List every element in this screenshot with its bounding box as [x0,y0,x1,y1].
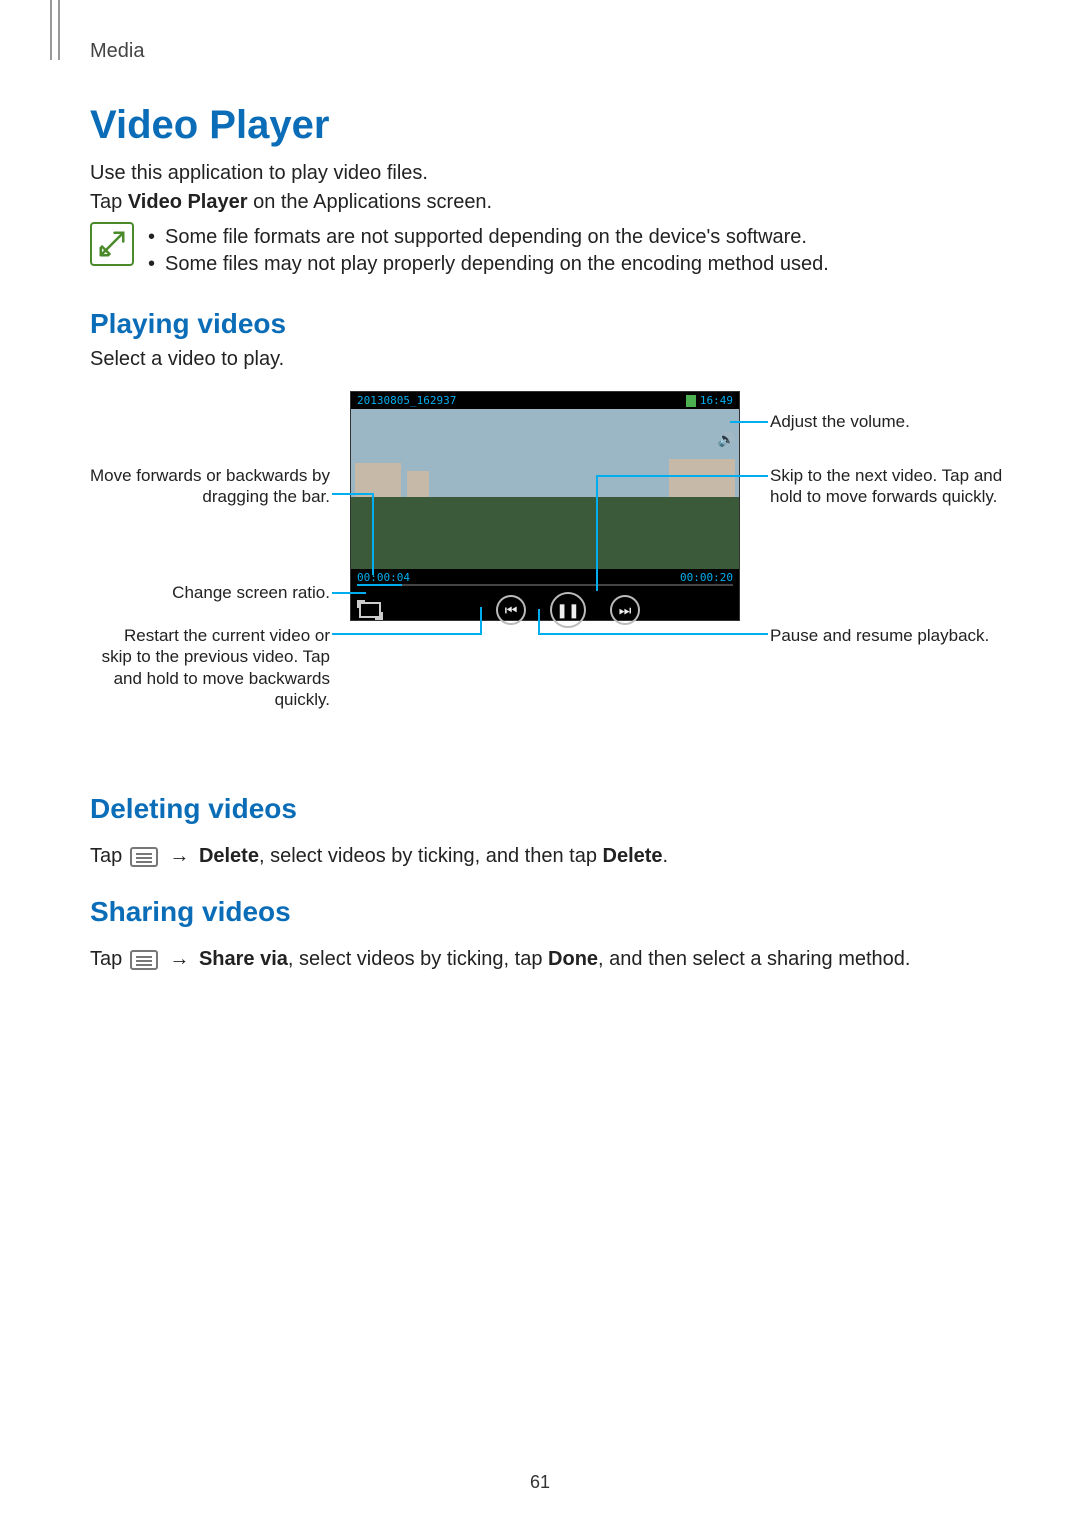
previous-button[interactable]: ⏮ [496,595,526,625]
share-mid: , select videos by ticking, tap [288,948,548,970]
seek-bar[interactable] [357,584,733,586]
arrow-icon: → [169,948,189,970]
note-box: Some file formats are not supported depe… [90,222,1000,280]
note-icon [90,222,134,266]
arrow-icon: → [169,845,189,867]
callout-line [332,592,366,594]
callout-prev: Restart the current video or skip to the… [90,625,330,710]
callout-next: Skip to the next video. Tap and hold to … [770,465,1030,508]
del-bold2: Delete [603,845,663,867]
player-diagram: 20130805_162937 16:49 🔊 00:00:04 00:00:2… [90,385,1000,765]
heading-deleting: Deleting videos [90,793,1000,825]
callout-line [372,493,374,575]
callout-line [596,475,742,477]
del-bold1: Delete [199,845,259,867]
playing-text: Select a video to play. [90,348,1000,371]
section-header: Media [90,40,1000,63]
del-pre: Tap [90,845,128,867]
note-item-1: Some file formats are not supported depe… [148,226,829,249]
screen-ratio-button[interactable] [359,602,381,618]
seek-row: 00:00:04 00:00:20 [351,569,739,584]
callout-line [740,475,768,477]
callout-ratio: Change screen ratio. [90,582,330,603]
callout-line [538,609,540,635]
menu-icon [130,847,158,867]
callout-seek: Move forwards or backwards by dragging t… [90,465,330,508]
del-post: . [663,845,669,867]
time-total: 00:00:20 [680,571,733,584]
callout-line [538,633,742,635]
note-item-2: Some files may not play properly dependi… [148,253,829,276]
battery-icon [686,395,696,407]
status-bar: 16:49 [686,394,733,407]
callout-volume: Adjust the volume. [770,411,1020,432]
callout-pause: Pause and resume playback. [770,625,1020,646]
callout-line [332,633,480,635]
deleting-text: Tap → Delete, select videos by ticking, … [90,845,1000,868]
player-clock: 16:49 [700,394,733,407]
share-post: , and then select a sharing method. [598,948,910,970]
player-controls: ⏮ ❚❚ ⏭ [351,586,739,634]
share-bold1: Share via [199,948,288,970]
callout-line [480,607,482,635]
intro2-post: on the Applications screen. [248,191,493,213]
page-tab-marker [50,0,60,60]
callout-line [730,421,768,423]
intro2-bold: Video Player [128,191,248,213]
callout-line [740,633,768,635]
callout-line [332,493,372,495]
intro-line-1: Use this application to play video files… [90,162,1000,185]
page-number: 61 [0,1472,1080,1493]
video-frame: 🔊 [351,409,739,569]
heading-playing: Playing videos [90,308,1000,340]
share-pre: Tap [90,948,128,970]
page-title: Video Player [90,103,1000,148]
next-button[interactable]: ⏭ [610,595,640,625]
sharing-text: Tap → Share via, select videos by tickin… [90,948,1000,971]
menu-icon [130,950,158,970]
del-mid: , select videos by ticking, and then tap [259,845,603,867]
heading-sharing: Sharing videos [90,896,1000,928]
callout-line [596,475,598,591]
video-player: 20130805_162937 16:49 🔊 00:00:04 00:00:2… [350,391,740,621]
time-elapsed: 00:00:04 [357,571,410,584]
player-filename: 20130805_162937 [357,394,456,407]
intro-line-2: Tap Video Player on the Applications scr… [90,191,1000,214]
pause-button[interactable]: ❚❚ [550,592,586,628]
share-bold2: Done [548,948,598,970]
note-list: Some file formats are not supported depe… [148,222,829,280]
intro2-pre: Tap [90,191,128,213]
volume-icon[interactable]: 🔊 [718,431,735,448]
